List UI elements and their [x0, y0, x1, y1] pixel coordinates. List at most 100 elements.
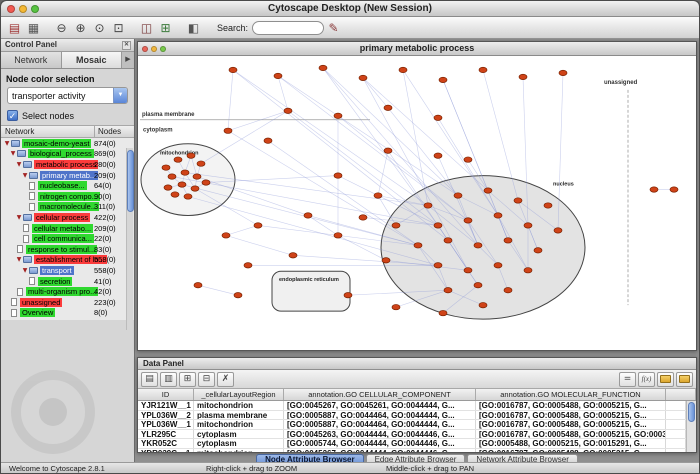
- column-header-annotation-go-cellular-component[interactable]: annotation.GO CELLULAR_COMPONENT: [284, 389, 476, 400]
- graph-node[interactable]: [274, 73, 282, 78]
- graph-node[interactable]: [534, 248, 542, 253]
- close-window-icon[interactable]: [7, 5, 15, 13]
- graph-node[interactable]: [474, 283, 482, 288]
- minimize-frame-icon[interactable]: [151, 46, 157, 52]
- table-scrollbar-thumb[interactable]: [688, 402, 695, 422]
- graph-node[interactable]: [559, 70, 567, 75]
- tree-item-response-to-stimul[interactable]: response to stimul...83(0): [1, 244, 134, 255]
- nodes-column-header[interactable]: Nodes: [94, 126, 134, 137]
- graph-node[interactable]: [444, 238, 452, 243]
- graph-node[interactable]: [454, 193, 462, 198]
- graph-node[interactable]: [194, 283, 202, 288]
- table-row[interactable]: YKR052Ccytoplasm[GO:0005744, GO:0044444,…: [138, 439, 686, 449]
- graph-node[interactable]: [474, 243, 482, 248]
- graph-node[interactable]: [264, 138, 272, 143]
- unselect-attributes-icon[interactable]: ▥: [160, 372, 177, 387]
- graph-node[interactable]: [494, 213, 502, 218]
- column-header-annotation-go-molecular-function[interactable]: annotation.GO MOLECULAR_FUNCTION: [476, 389, 666, 400]
- delete-entry-icon[interactable]: ✗: [217, 372, 234, 387]
- zoom-out-icon[interactable]: ⊖: [52, 19, 71, 37]
- graph-node[interactable]: [524, 268, 532, 273]
- graph-node[interactable]: [164, 185, 172, 190]
- graph-node[interactable]: [162, 165, 170, 170]
- graph-node[interactable]: [181, 170, 189, 175]
- graph-node[interactable]: [191, 186, 199, 191]
- graph-node[interactable]: [229, 67, 237, 72]
- expander-icon[interactable]: ▼: [21, 267, 29, 274]
- graph-node[interactable]: [504, 288, 512, 293]
- graph-node[interactable]: [392, 223, 400, 228]
- zoom-selected-icon[interactable]: ⊙: [90, 19, 109, 37]
- graph-node[interactable]: [234, 292, 242, 297]
- node-color-select[interactable]: transporter activity ▼: [7, 87, 128, 104]
- expander-icon[interactable]: ▼: [3, 140, 11, 147]
- tree-item-primary-metab[interactable]: ▼primary metab...209(0): [1, 170, 134, 181]
- tree-item-transport[interactable]: ▼transport558(0): [1, 265, 134, 276]
- graph-node[interactable]: [494, 263, 502, 268]
- graph-node[interactable]: [359, 215, 367, 220]
- select-attributes-icon[interactable]: ▤: [141, 372, 158, 387]
- graph-node[interactable]: [382, 258, 390, 263]
- expander-icon[interactable]: ▼: [15, 256, 23, 263]
- graph-node[interactable]: [434, 263, 442, 268]
- zoom-window-icon[interactable]: [31, 5, 39, 13]
- graph-node[interactable]: [244, 263, 252, 268]
- function-builder-icon[interactable]: f(x): [638, 372, 655, 387]
- delete-attribute-icon[interactable]: ⊟: [198, 372, 215, 387]
- tree-item-cellular-metabo[interactable]: cellular metabo...209(0): [1, 223, 134, 234]
- graph-node[interactable]: [444, 288, 452, 293]
- tab-overflow-arrow-icon[interactable]: ▶: [122, 52, 134, 68]
- hide-selected-icon[interactable]: ◫: [137, 19, 156, 37]
- graph-node[interactable]: [374, 193, 382, 198]
- graph-node[interactable]: [439, 77, 447, 82]
- tab-network[interactable]: Network: [1, 52, 62, 68]
- graph-node[interactable]: [284, 108, 292, 113]
- expander-icon[interactable]: ▼: [21, 172, 29, 179]
- graph-node[interactable]: [304, 213, 312, 218]
- graph-node[interactable]: [344, 292, 352, 297]
- tree-item-multi-organism-pro[interactable]: multi-organism pro...42(0): [1, 286, 134, 297]
- graph-node[interactable]: [168, 174, 176, 179]
- graph-node[interactable]: [184, 194, 192, 199]
- minimize-window-icon[interactable]: [19, 5, 27, 13]
- new-network-from-selection-icon[interactable]: ⊞: [156, 19, 175, 37]
- graph-node[interactable]: [334, 113, 342, 118]
- tree-item-establishment-of-lo[interactable]: ▼establishment of lo...558(0): [1, 255, 134, 266]
- graph-node[interactable]: [479, 67, 487, 72]
- graph-node[interactable]: [222, 233, 230, 238]
- tab-mosaic[interactable]: Mosaic: [62, 52, 123, 68]
- graph-node[interactable]: [544, 203, 552, 208]
- graph-node[interactable]: [171, 192, 179, 197]
- graph-node[interactable]: [414, 243, 422, 248]
- close-panel-icon[interactable]: ✕: [122, 41, 131, 50]
- graph-node[interactable]: [224, 128, 232, 133]
- graph-node[interactable]: [434, 115, 442, 120]
- tree-scrollbar-thumb[interactable]: [127, 150, 134, 212]
- close-frame-icon[interactable]: [142, 46, 148, 52]
- session-details-icon[interactable]: ▤: [5, 19, 24, 37]
- column-header-id[interactable]: ID: [138, 389, 194, 400]
- column-header-cellularlayoutregion[interactable]: _cellularLayoutRegion: [194, 389, 284, 400]
- vizmapper-icon[interactable]: ◧: [184, 19, 203, 37]
- table-row[interactable]: YDR039C__1mitochondrion[GO:0045267, GO:0…: [138, 449, 686, 453]
- tree-item-overview[interactable]: Overview8(0): [1, 308, 134, 319]
- network-graph[interactable]: nucleusmitochondrionendoplasmic reticulu…: [138, 56, 696, 350]
- graph-node[interactable]: [479, 302, 487, 307]
- expander-icon[interactable]: ▼: [15, 161, 23, 168]
- tree-item-biological-process[interactable]: ▼biological_process869(0): [1, 149, 134, 160]
- graph-node[interactable]: [359, 75, 367, 80]
- table-row[interactable]: YJR121W__1mitochondrion[GO:0045267, GO:0…: [138, 401, 686, 411]
- graph-node[interactable]: [464, 218, 472, 223]
- graph-node[interactable]: [439, 310, 447, 315]
- graph-node[interactable]: [187, 153, 195, 158]
- tree-item-mosaic-demo-yeast[interactable]: ▼mosaic-demo-yeast874(0): [1, 138, 134, 149]
- graph-node[interactable]: [384, 105, 392, 110]
- graph-node[interactable]: [289, 253, 297, 258]
- network-view-titlebar[interactable]: primary metabolic process: [138, 42, 696, 56]
- graph-node[interactable]: [319, 65, 327, 70]
- tree-item-cellular-process[interactable]: ▼cellular process422(0): [1, 212, 134, 223]
- tree-item-secretion[interactable]: secretion41(0): [1, 276, 134, 287]
- graph-node[interactable]: [197, 161, 205, 166]
- tree-item-metabolic-process[interactable]: ▼metabolic process280(0): [1, 159, 134, 170]
- graph-node[interactable]: [399, 67, 407, 72]
